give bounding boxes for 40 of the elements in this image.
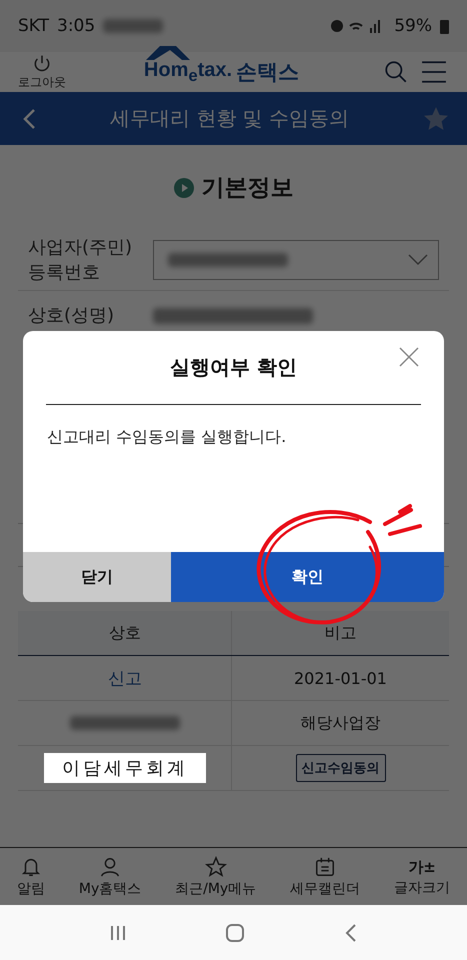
column-header: 비고 [232,611,449,656]
consent-button[interactable]: 신고수임동의 [296,754,386,782]
nav-tab[interactable]: 가± 글자크기 [394,856,450,896]
close-button[interactable] [397,345,421,369]
calendar-icon [314,856,336,878]
carrier-text: SKT [18,16,50,36]
annotation-label: 이담세무회계 [44,753,206,783]
confirm-button[interactable]: 확인 [171,552,444,602]
font-size-glyph: 가± [408,856,436,876]
nav-tab[interactable]: My홈택스 [78,856,142,898]
field-label: 사업자(주민) 등록번호 [28,236,134,285]
section-title: 기본정보 [202,174,294,203]
recent-apps-icon[interactable] [109,924,128,942]
battery-text: 59% [394,16,432,36]
star-icon [204,856,227,878]
nav-tab[interactable]: 알림 [16,856,45,898]
play-bullet-icon [174,178,194,198]
table-cell: 해당사업장 [300,712,380,734]
table-cell: 2021-01-01 [294,668,387,688]
registration-number-select[interactable] [153,240,439,280]
home-icon[interactable] [225,922,246,942]
nav-tab[interactable]: 세무캘린더 [290,856,360,898]
roof-icon [146,46,190,60]
redaction-blur [103,19,164,33]
logo-text: Hom$_{e}$tax. [144,59,232,86]
chevron-down-icon [408,254,428,266]
close-dialog-button[interactable]: 닫기 [23,552,171,602]
clock-text: 3:05 [57,16,96,36]
nav-tab[interactable]: 최근/My메뉴 [175,856,256,898]
field-label: 상호(성명) [28,304,116,328]
page-title: 세무대리 현황 및 수임동의 [108,105,350,132]
table-cell-text: 신고 [108,668,142,690]
back-icon[interactable] [344,922,358,942]
battery-icon [440,18,449,34]
dialog-title: 실행여부 확인 [170,354,297,381]
user-icon [99,856,122,878]
logo-korean-text: 손택스 [236,59,300,86]
logout-button[interactable]: 로그아웃 [18,54,66,90]
column-header: 상호 [18,611,232,656]
dialog-message: 신고대리 수임동의를 실행합니다. [46,426,288,448]
